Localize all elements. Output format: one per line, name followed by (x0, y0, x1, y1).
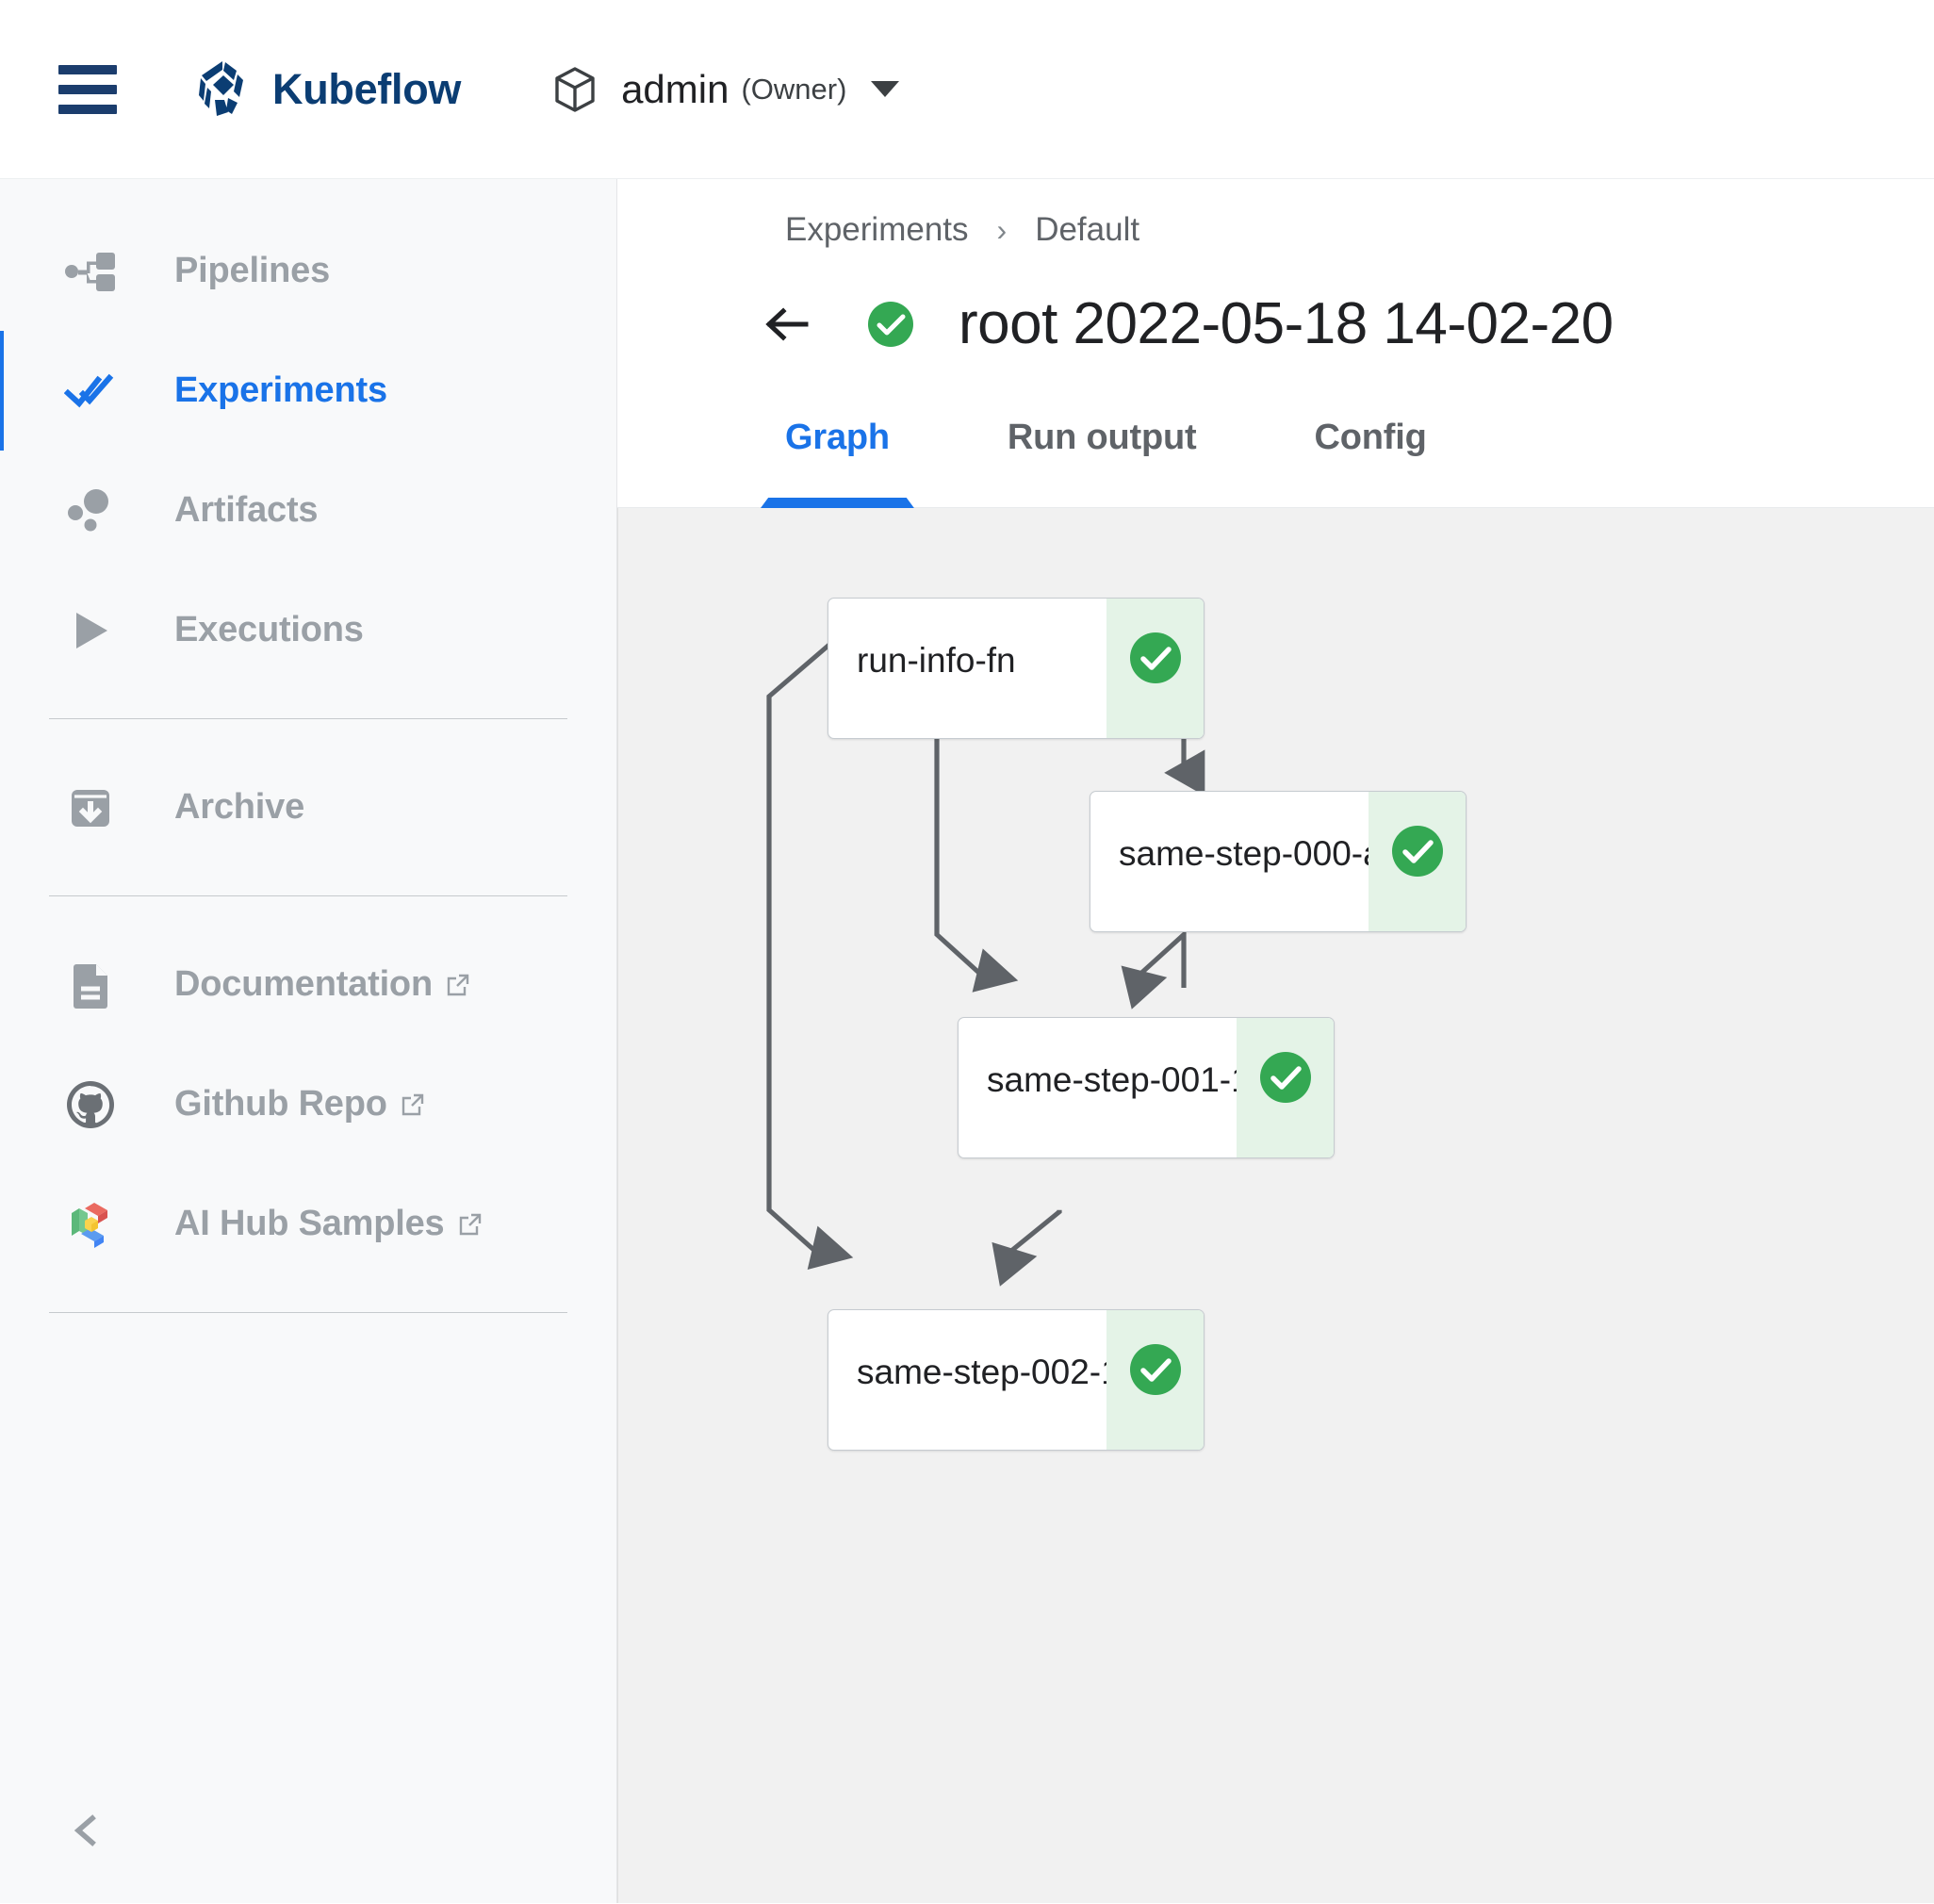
document-page-icon (64, 959, 117, 1011)
pipeline-edges-layer (766, 639, 1205, 1287)
hamburger-line (58, 84, 117, 94)
sidebar-divider (49, 718, 567, 719)
graph-node-status-badge (1237, 1018, 1334, 1157)
graph-node-label: same-step-001-1… (987, 1060, 1237, 1099)
breadcrumb-current-default[interactable]: Default (1035, 211, 1139, 249)
sidebar-item-experiments[interactable]: Experiments (0, 331, 616, 451)
page-body: Pipelines Experiments Artifacts Executio… (0, 179, 1934, 1903)
tab-run-output[interactable]: Run output (983, 418, 1221, 507)
sidebar-collapse-button[interactable] (0, 1762, 616, 1903)
sidebar-item-executions[interactable]: Executions (0, 570, 616, 690)
edge-step001-to-step002 (992, 1209, 1062, 1287)
play-triangle-icon (64, 604, 117, 657)
run-status-check-circle-icon (867, 301, 914, 348)
pipelines-graph-icon (64, 245, 117, 298)
archive-inbox-icon (64, 781, 117, 834)
tab-config[interactable]: Config (1290, 418, 1451, 507)
graph-node-same-step-001[interactable]: same-step-001-1… (958, 1017, 1335, 1158)
sidebar-item-github-repo[interactable]: Github Repo (0, 1044, 616, 1164)
external-link-icon (401, 1092, 425, 1117)
double-check-icon (64, 365, 117, 418)
graph-node-same-step-002[interactable]: same-step-002-1… (828, 1309, 1205, 1451)
check-circle-icon (1129, 1344, 1181, 1395)
sidebar-item-label: Executions (174, 610, 364, 649)
breadcrumb: Experiments › Default (617, 179, 1934, 249)
sidebar-item-label: Documentation (174, 964, 433, 1004)
check-circle-icon (1129, 632, 1181, 683)
page-title: root 2022-05-18 14-02-20 (959, 291, 1614, 356)
hamburger-line (58, 104, 117, 114)
run-tabs: Graph Run output Config (617, 418, 1934, 508)
sidebar-item-ai-hub-samples[interactable]: AI Hub Samples (0, 1164, 616, 1284)
tab-label: Graph (785, 418, 890, 457)
cube-package-icon (553, 66, 597, 113)
namespace-role-label: (Owner) (741, 72, 847, 106)
sidebar-item-artifacts[interactable]: Artifacts (0, 451, 616, 570)
breadcrumb-experiments-link[interactable]: Experiments (785, 211, 969, 249)
edge-runinfo-to-step002 (766, 639, 854, 1270)
sidebar-item-pipelines[interactable]: Pipelines (0, 211, 616, 331)
sidebar-item-label: Archive (174, 787, 305, 827)
github-octocat-icon (64, 1078, 117, 1131)
external-link-icon (446, 973, 470, 997)
sidebar-item-label: AI Hub Samples (174, 1204, 445, 1243)
check-circle-icon (1391, 826, 1443, 877)
sidebar-item-label: Pipelines (174, 251, 331, 290)
namespace-name-label: admin (621, 66, 729, 111)
graph-node-label: same-step-000-a… (1119, 834, 1369, 873)
external-link-icon (458, 1212, 483, 1237)
graph-node-label: same-step-002-1… (857, 1353, 1106, 1391)
sidebar-divider (49, 1312, 567, 1313)
sidebar-item-label: Github Repo (174, 1084, 387, 1124)
arrow-left-icon[interactable] (761, 298, 813, 351)
sidebar-item-archive[interactable]: Archive (0, 747, 616, 867)
kubeflow-brand[interactable]: Kubeflow (194, 59, 461, 120)
run-title-row: root 2022-05-18 14-02-20 (617, 249, 1934, 357)
hamburger-menu-icon[interactable] (58, 64, 117, 114)
sidebar-item-label: Experiments (174, 370, 387, 410)
kubeflow-logo-icon (194, 59, 251, 120)
edge-step000-to-step001 (1121, 928, 1187, 1009)
sidebar-navigation: Pipelines Experiments Artifacts Executio… (0, 179, 617, 1903)
graph-node-status-badge (1369, 792, 1466, 931)
hamburger-line (58, 64, 117, 74)
graph-node-same-step-000[interactable]: same-step-000-a… (1090, 791, 1467, 932)
tab-graph[interactable]: Graph (761, 418, 914, 507)
bubbles-scatter-icon (64, 484, 117, 537)
namespace-selector[interactable]: admin (Owner) (553, 66, 900, 113)
check-circle-icon (1259, 1052, 1311, 1103)
brand-name-label: Kubeflow (272, 64, 462, 113)
sidebar-item-documentation[interactable]: Documentation (0, 925, 616, 1044)
top-header-bar: Kubeflow admin (Owner) (0, 0, 1934, 179)
graph-node-status-badge (1106, 1310, 1204, 1450)
chevron-down-icon (871, 81, 900, 97)
ai-hub-cubes-icon (64, 1198, 117, 1251)
chevron-left-icon (68, 1812, 106, 1854)
breadcrumb-separator-icon: › (996, 212, 1008, 247)
graph-node-run-info-fn[interactable]: run-info-fn (828, 598, 1205, 739)
sidebar-item-label: Artifacts (174, 490, 319, 530)
tab-label: Config (1314, 418, 1427, 457)
main-content-pane: Experiments › Default root 2022-05-18 14… (617, 179, 1934, 1903)
graph-node-label: run-info-fn (857, 641, 1016, 680)
tab-label: Run output (1007, 418, 1197, 457)
graph-node-status-badge (1106, 599, 1204, 738)
pipeline-graph-canvas[interactable]: run-info-fn same-step-000-a… (617, 508, 1934, 1903)
sidebar-divider (49, 895, 567, 896)
